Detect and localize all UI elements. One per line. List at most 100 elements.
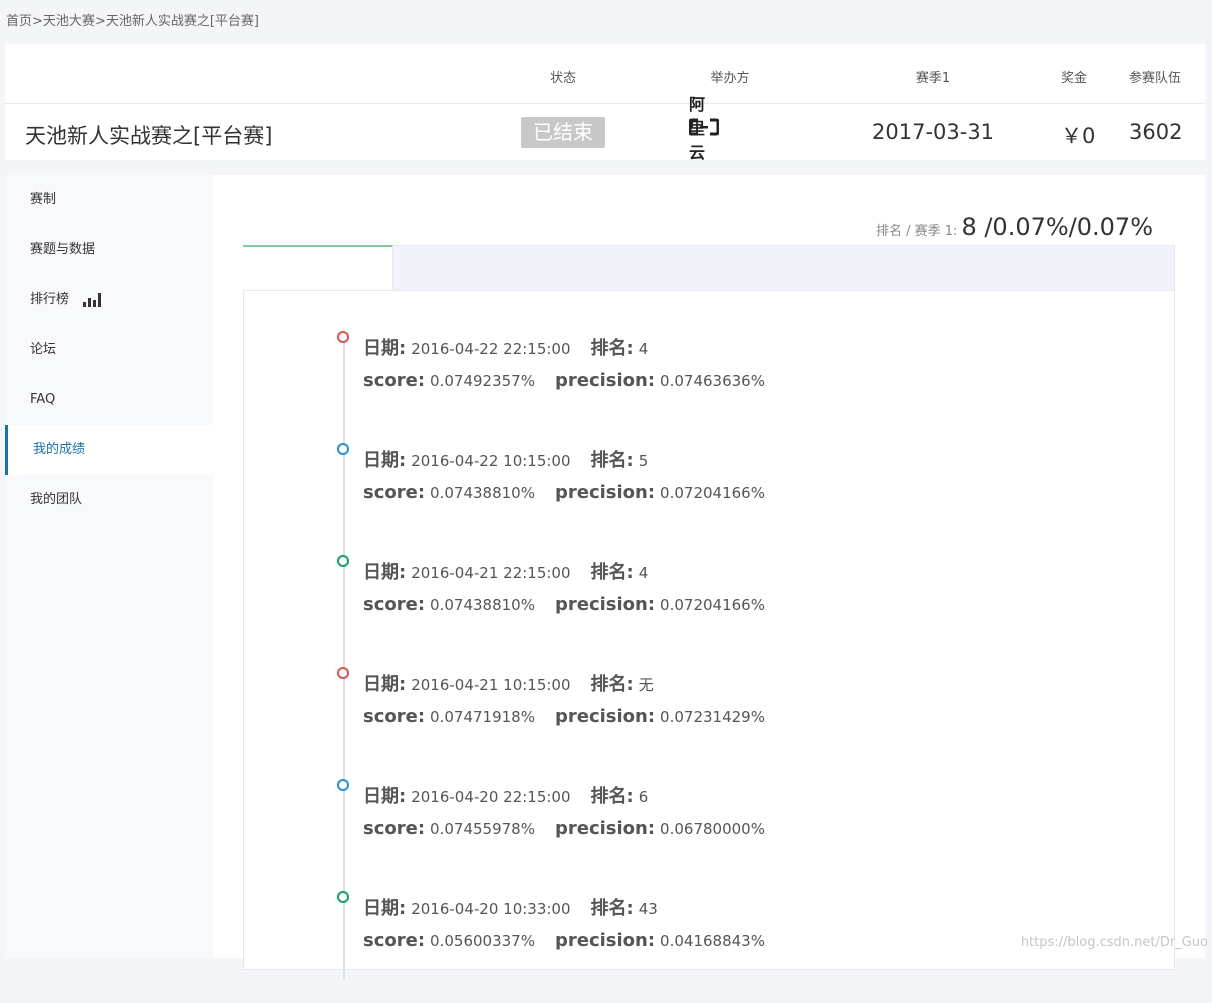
entry-date-rank: 日期:2016-04-22 10:15:00排名:5	[363, 446, 648, 472]
competition-info-card: 状态 举办方 赛季1 奖金 参赛队伍 天池新人实战赛之[平台赛] 已结束 阿里云…	[5, 44, 1205, 160]
sidebar-item-my-scores[interactable]: 我的成绩	[5, 425, 213, 475]
date-label: 日期:	[363, 558, 406, 584]
season-end-date: 2017-03-31	[872, 120, 994, 144]
score-label: score:	[363, 706, 425, 727]
entry-rank: 4	[639, 340, 649, 358]
sidebar-item-label: 我的成绩	[33, 425, 85, 475]
entry-score: 0.07455978%	[430, 820, 535, 838]
breadcrumb-current-link[interactable]: 天池新人实战赛之[平台赛]	[106, 14, 259, 29]
date-label: 日期:	[363, 894, 406, 920]
entry-date-rank: 日期: 2016-04-20 10:33:00 排名: 43	[363, 894, 658, 920]
entry-score: 0.07438810%	[430, 484, 535, 502]
sidebar-item-faq[interactable]: FAQ	[5, 375, 213, 425]
score-label: score:	[363, 482, 425, 503]
bar-chart-icon	[83, 293, 101, 307]
host-logo: 阿里云	[689, 118, 719, 136]
sidebar-item-forum[interactable]: 论坛	[5, 325, 213, 375]
rank-label: 排名:	[591, 558, 634, 584]
entry-date: 2016-04-21 22:15:00	[411, 564, 570, 582]
sidebar-item-label: 我的团队	[30, 475, 82, 525]
precision-label: precision:	[555, 370, 655, 391]
rank-label: 排名:	[591, 446, 634, 472]
sidebar-item-rules[interactable]: 赛制	[5, 175, 213, 225]
rank-summary: 排名 / 赛季 1: 8 /0.07%/0.07%	[876, 213, 1153, 241]
precision-label: precision:	[555, 930, 655, 951]
timeline-entry: 日期: 2016-04-21 10:15:00 排名:无 score: 0.074719…	[337, 667, 1137, 779]
entry-date: 2016-04-21 10:15:00	[411, 676, 570, 694]
teams-header: 参赛队伍	[1129, 67, 1181, 86]
tab-bar	[243, 245, 1175, 291]
timeline-dot-icon	[337, 779, 349, 791]
entry-score-precision: score: 0.07492357% precision: 0.07463636%	[363, 370, 765, 391]
entry-date-rank: 日期:2016-04-22 22:15:00排名:4	[363, 334, 648, 360]
status-badge: 已结束	[521, 117, 605, 148]
entry-score-precision: score: 0.07438810% precision: 0.07204166%	[363, 594, 765, 615]
host-logo-text: 阿里云	[689, 91, 719, 163]
info-header-row: 状态 举办方 赛季1 奖金 参赛队伍	[5, 44, 1205, 104]
entry-precision: 0.06780000%	[660, 820, 765, 838]
rank-label: 排名:	[591, 670, 634, 696]
entry-score-precision: score:0.07438810%precision:0.07204166%	[363, 482, 765, 503]
precision-label: precision:	[555, 594, 655, 615]
host-header: 举办方	[710, 67, 749, 86]
date-label: 日期:	[363, 334, 406, 360]
sidebar-item-label: 赛制	[30, 175, 56, 225]
entry-score: 0.05600337%	[430, 932, 535, 950]
prize-amount: ￥0	[1061, 120, 1095, 150]
entry-date: 2016-04-20 10:33:00	[411, 900, 570, 918]
timeline-entry: 日期:2016-04-22 10:15:00排名:5score:0.074388…	[337, 443, 1137, 555]
precision-label: precision:	[555, 818, 655, 839]
timeline-dot-icon	[337, 443, 349, 455]
entry-precision: 0.07463636%	[660, 372, 765, 390]
timeline-entry: 日期: 2016-04-20 22:15:00 排名: 6 score: 0.074559…	[337, 779, 1137, 891]
entry-score: 0.07492357%	[430, 372, 535, 390]
entry-precision: 0.04168843%	[660, 932, 765, 950]
timeline-dot-icon	[337, 555, 349, 567]
timeline-dot-icon	[337, 667, 349, 679]
date-label: 日期:	[363, 670, 406, 696]
sidebar-nav: 赛制 赛题与数据 排行榜 论坛 FAQ 我的成绩 我的团队	[5, 175, 213, 958]
breadcrumb-home-link[interactable]: 首页	[6, 14, 32, 29]
sidebar-item-my-team[interactable]: 我的团队	[5, 475, 213, 525]
entry-score: 0.07471918%	[430, 708, 535, 726]
tab-active[interactable]	[243, 245, 393, 291]
entry-rank: 6	[639, 788, 649, 806]
breadcrumb: 首页>天池大赛>天池新人实战赛之[平台赛]	[6, 10, 259, 29]
score-label: score:	[363, 818, 425, 839]
entry-date: 2016-04-20 22:15:00	[411, 788, 570, 806]
sidebar-item-label: 排行榜	[30, 275, 69, 325]
score-label: score:	[363, 930, 425, 951]
entry-score-precision: score: 0.05600337% precision: 0.04168843%	[363, 930, 765, 951]
precision-label: precision:	[555, 706, 655, 727]
entry-score-precision: score:0.07471918%precision:0.07231429%	[363, 706, 765, 727]
entry-date-rank: 日期:2016-04-21 22:15:00排名:4	[363, 558, 648, 584]
sidebar-item-label: FAQ	[30, 375, 55, 425]
sidebar-item-leaderboard[interactable]: 排行榜	[5, 275, 213, 325]
watermark: https://blog.csdn.net/Dr_Guo	[1021, 935, 1208, 950]
sidebar-item-data[interactable]: 赛题与数据	[5, 225, 213, 275]
timeline-entry: 日期: 2016-04-20 10:33:00 排名: 43 score: 0.05600…	[337, 891, 1137, 1003]
rank-label: 排名:	[591, 894, 634, 920]
entry-date: 2016-04-22 22:15:00	[411, 340, 570, 358]
timeline-entry: 日期:2016-04-21 22:15:00排名:4score:0.074388…	[337, 555, 1137, 667]
entry-rank: 43	[639, 900, 658, 918]
entry-precision: 0.07204166%	[660, 596, 765, 614]
timeline-entry: 日期:2016-04-22 22:15:00排名:4score:0.074923…	[337, 331, 1137, 443]
breadcrumb-separator: >	[95, 14, 106, 29]
rank-label: 排名:	[591, 782, 634, 808]
competition-title: 天池新人实战赛之[平台赛]	[25, 120, 272, 150]
rank-label: 排名 / 赛季 1:	[876, 220, 957, 239]
main-panel: 排名 / 赛季 1: 8 /0.07%/0.07% 日期: 2016-04-22 …	[213, 175, 1205, 958]
breadcrumb-separator: >	[32, 14, 43, 29]
entry-rank: 无	[639, 674, 654, 695]
rank-value: 8 /0.07%/0.07%	[961, 213, 1153, 241]
score-label: score:	[363, 594, 425, 615]
breadcrumb-tianchi-link[interactable]: 天池大赛	[43, 14, 95, 29]
entry-date: 2016-04-22 10:15:00	[411, 452, 570, 470]
entry-precision: 0.07204166%	[660, 484, 765, 502]
sidebar-item-label: 论坛	[30, 325, 56, 375]
date-label: 日期:	[363, 782, 406, 808]
entry-score: 0.07438810%	[430, 596, 535, 614]
score-label: score:	[363, 370, 425, 391]
prize-header: 奖金	[1061, 67, 1087, 86]
